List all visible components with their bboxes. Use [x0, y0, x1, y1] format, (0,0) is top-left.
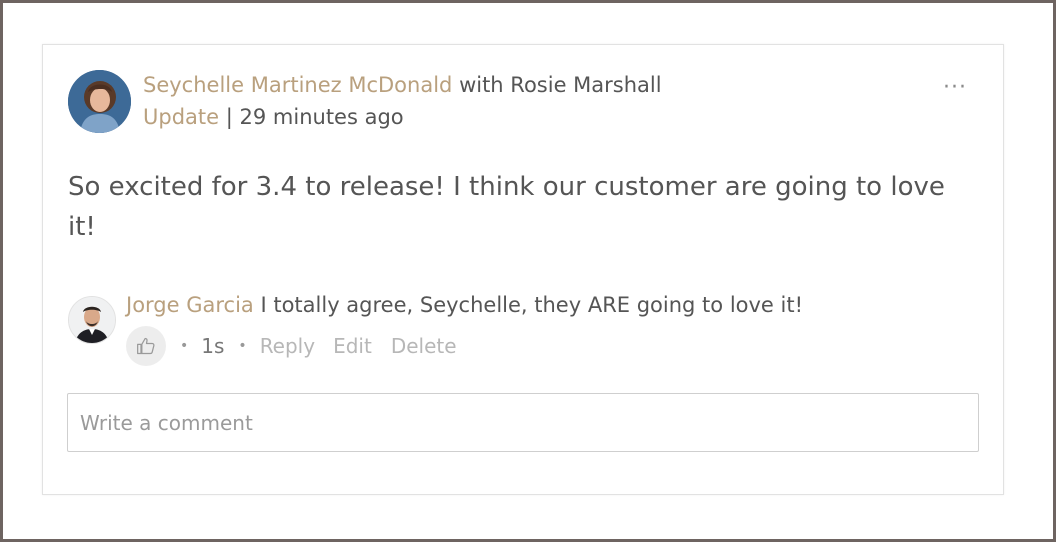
author-avatar-image	[68, 70, 131, 133]
more-options-button[interactable]: ···	[943, 75, 967, 100]
post-meta: Update | 29 minutes ago	[143, 105, 404, 129]
post-type-link[interactable]: Update	[143, 105, 219, 129]
separator-dot: •	[238, 338, 247, 354]
post-body-text: So excited for 3.4 to release! I think o…	[68, 172, 945, 242]
separator-dot: •	[180, 338, 189, 354]
comment-author-link[interactable]: Jorge Garcia	[126, 293, 254, 317]
commenter-avatar[interactable]	[68, 296, 116, 344]
comment-input[interactable]	[67, 393, 979, 452]
post-card: Seychelle Martinez McDonald with Rosie M…	[42, 44, 1004, 495]
delete-link[interactable]: Delete	[391, 334, 457, 358]
comment-text: I totally agree, Seychelle, they ARE goi…	[260, 293, 804, 317]
post-timestamp: 29 minutes ago	[239, 105, 404, 129]
author-avatar[interactable]	[68, 70, 131, 133]
author-name-link[interactable]: Seychelle Martinez McDonald	[143, 73, 452, 97]
comment-line: Jorge Garcia I totally agree, Seychelle,…	[126, 293, 803, 317]
comment-timestamp: 1s	[201, 334, 225, 358]
commenter-avatar-image	[69, 297, 115, 343]
like-button[interactable]	[126, 326, 166, 366]
comment-actions: • 1s • Reply Edit Delete	[126, 326, 457, 366]
edit-link[interactable]: Edit	[333, 334, 372, 358]
post-header: Seychelle Martinez McDonald with Rosie M…	[143, 73, 662, 97]
thumbs-up-icon	[137, 337, 155, 355]
reply-link[interactable]: Reply	[260, 334, 315, 358]
with-text: with Rosie Marshall	[459, 73, 662, 97]
meta-separator: |	[225, 105, 233, 129]
